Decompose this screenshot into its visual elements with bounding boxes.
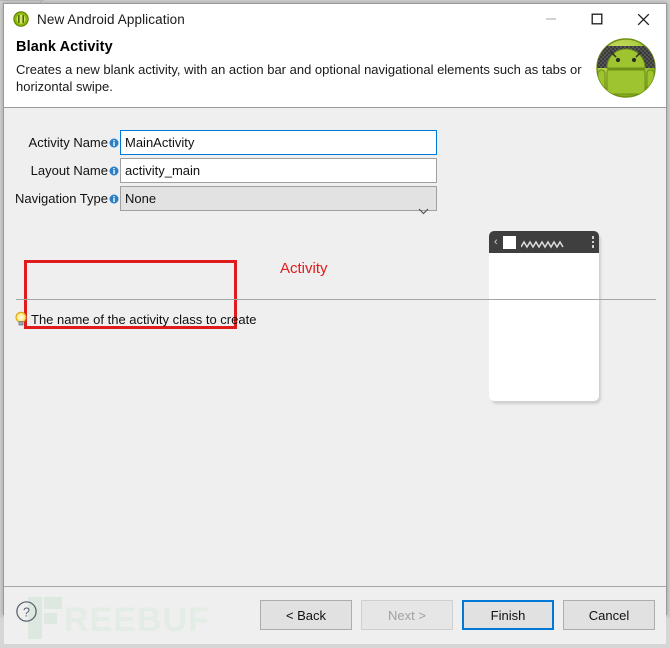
android-robot-icon bbox=[594, 36, 658, 100]
activity-name-label-group: Activity Name bbox=[4, 135, 120, 150]
navigation-type-select[interactable]: None bbox=[120, 186, 437, 214]
help-button[interactable]: ? bbox=[15, 600, 38, 623]
title-bar: New Android Application bbox=[4, 4, 666, 34]
hint-message: The name of the activity class to create bbox=[14, 311, 256, 327]
wizard-buttons: < Back Next > Finish Cancel bbox=[260, 600, 655, 630]
window-controls bbox=[528, 4, 666, 34]
layout-name-label-group: Layout Name bbox=[4, 163, 120, 178]
window-title: New Android Application bbox=[37, 11, 185, 27]
close-icon[interactable] bbox=[620, 4, 666, 34]
page-description: Creates a new blank activity, with an ac… bbox=[16, 62, 582, 94]
page-title: Blank Activity bbox=[16, 39, 113, 55]
wizard-header: Blank Activity Creates a new blank activ… bbox=[4, 34, 666, 108]
preview-action-bar: ‹ bbox=[489, 231, 599, 253]
layout-name-label: Layout Name bbox=[30, 163, 108, 178]
navigation-type-label: Navigation Type bbox=[15, 191, 108, 206]
back-chevron-icon: ‹ bbox=[494, 235, 498, 248]
hint-separator bbox=[16, 299, 656, 300]
overflow-menu-icon bbox=[591, 236, 594, 248]
dialog-footer: REEBUF ? < Back Next > Finish Cancel bbox=[4, 586, 666, 644]
activity-form: Activity Name MainActivity Layout Name a… bbox=[4, 130, 449, 214]
field-row-layout-name: Layout Name activity_main bbox=[4, 158, 449, 183]
android-circle-icon bbox=[13, 11, 29, 27]
lightbulb-icon bbox=[14, 311, 28, 327]
maximize-icon[interactable] bbox=[574, 4, 620, 34]
new-android-application-dialog: New Android Application Blank Activity C… bbox=[3, 3, 667, 644]
cancel-button[interactable]: Cancel bbox=[563, 600, 655, 630]
chevron-down-icon bbox=[418, 199, 429, 222]
svg-text:?: ? bbox=[23, 605, 30, 619]
hint-text: The name of the activity class to create bbox=[31, 311, 257, 327]
minimize-icon[interactable] bbox=[528, 4, 574, 34]
navigation-type-value: None bbox=[125, 191, 157, 206]
zigzag-placeholder bbox=[520, 237, 587, 249]
layout-name-input[interactable]: activity_main bbox=[120, 158, 437, 183]
preview-frame: ‹ bbox=[489, 231, 599, 401]
annotation-label: Activity bbox=[280, 260, 328, 277]
info-icon[interactable] bbox=[109, 136, 119, 147]
freebuf-watermark: REEBUF bbox=[20, 589, 220, 643]
info-icon[interactable] bbox=[109, 164, 119, 175]
svg-text:REEBUF: REEBUF bbox=[64, 601, 210, 639]
finish-button[interactable]: Finish bbox=[462, 600, 554, 630]
wizard-body: Activity Name MainActivity Layout Name a… bbox=[4, 108, 666, 586]
info-icon[interactable] bbox=[109, 192, 119, 203]
app-icon-placeholder bbox=[502, 235, 516, 249]
back-button[interactable]: < Back bbox=[260, 600, 352, 630]
next-button: Next > bbox=[361, 600, 453, 630]
field-row-activity-name: Activity Name MainActivity bbox=[4, 130, 449, 155]
field-row-navigation-type: Navigation Type None bbox=[4, 186, 449, 214]
activity-preview: ‹ bbox=[489, 231, 601, 404]
activity-name-label: Activity Name bbox=[28, 135, 108, 150]
activity-name-input[interactable]: MainActivity bbox=[120, 130, 437, 155]
navigation-type-label-group: Navigation Type bbox=[4, 191, 120, 206]
